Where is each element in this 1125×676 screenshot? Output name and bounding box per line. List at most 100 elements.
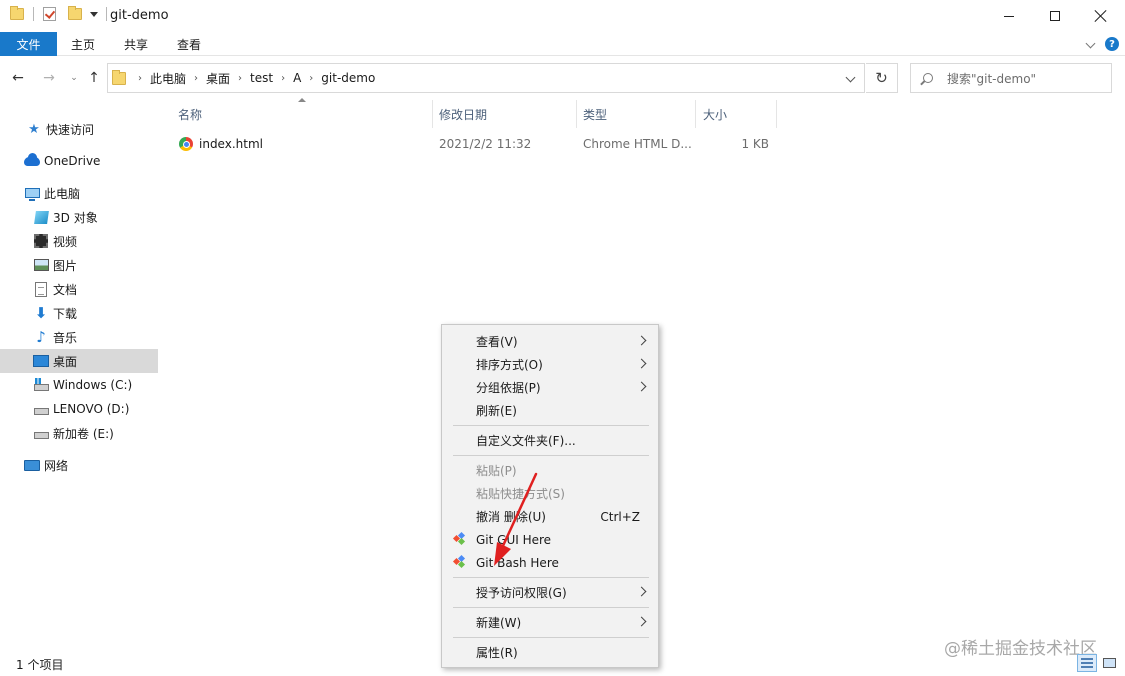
menu-item-sort-by[interactable]: 排序方式(O) [442, 353, 658, 376]
address-row: ← → ⌄ ↑ › 此电脑 › 桌面 › test › A › git-demo… [0, 62, 1125, 94]
menu-divider [453, 577, 649, 578]
document-icon [33, 281, 49, 297]
column-divider[interactable] [695, 100, 696, 128]
menu-item-label: 属性(R) [476, 646, 518, 660]
nav-item-network[interactable]: 网络 [0, 453, 158, 477]
tab-view[interactable]: 查看 [177, 32, 201, 56]
menu-item-label: 授予访问权限(G) [476, 586, 567, 600]
address-bar[interactable]: › 此电脑 › 桌面 › test › A › git-demo [107, 63, 865, 93]
breadcrumb-chevron[interactable]: › [238, 73, 242, 84]
menu-item-label: 自定义文件夹(F)... [476, 434, 576, 448]
column-header-date[interactable]: 修改日期 [439, 100, 575, 128]
menu-item-git-gui[interactable]: Git GUI Here [442, 528, 658, 551]
nav-item-documents[interactable]: 文档 [0, 277, 158, 301]
forward-button[interactable]: → [40, 69, 58, 87]
nav-item-label: 图片 [53, 258, 78, 273]
details-view-icon [1081, 658, 1093, 668]
nav-item-drive-d[interactable]: LENOVO (D:) [0, 397, 158, 421]
breadcrumb-chevron[interactable]: › [309, 73, 313, 84]
nav-item-label: Windows (C:) [53, 378, 133, 392]
nav-item-drive-c[interactable]: Windows (C:) [0, 373, 158, 397]
context-menu: 查看(V) 排序方式(O) 分组依据(P) 刷新(E) 自定义文件夹(F)...… [441, 324, 659, 668]
folder-icon[interactable] [10, 6, 24, 20]
column-divider[interactable] [432, 100, 433, 128]
nav-item-3d-objects[interactable]: 3D 对象 [0, 205, 158, 229]
nav-item-videos[interactable]: 视频 [0, 229, 158, 253]
menu-item-new[interactable]: 新建(W) [442, 611, 658, 634]
breadcrumb-chevron[interactable]: › [281, 73, 285, 84]
maximize-icon [1050, 11, 1060, 21]
breadcrumb-item-desktop[interactable]: 桌面 [206, 70, 230, 87]
refresh-button[interactable]: ↻ [866, 63, 898, 93]
large-icons-view-button[interactable] [1099, 654, 1119, 672]
drive-icon [33, 377, 49, 393]
breadcrumb-item-a[interactable]: A [293, 71, 301, 85]
nav-item-label: OneDrive [44, 154, 101, 168]
column-header-size[interactable]: 大小 [703, 100, 775, 128]
menu-item-give-access[interactable]: 授予访问权限(G) [442, 581, 658, 604]
nav-item-downloads[interactable]: ⬇ 下载 [0, 301, 158, 325]
nav-item-onedrive[interactable]: OneDrive [0, 149, 158, 173]
properties-icon[interactable] [43, 7, 56, 21]
menu-item-undo-delete[interactable]: 撤消 删除(U) Ctrl+Z [442, 505, 658, 528]
file-name-cell[interactable]: index.html [179, 133, 263, 155]
nav-item-this-pc[interactable]: 此电脑 [0, 181, 158, 205]
drive-icon [33, 425, 49, 441]
file-type: Chrome HTML D... [583, 137, 692, 151]
nav-item-quick-access[interactable]: ★ 快速访问 [0, 117, 158, 141]
nav-item-pictures[interactable]: 图片 [0, 253, 158, 277]
maximize-button[interactable] [1032, 0, 1078, 32]
git-icon [452, 531, 466, 546]
status-item-count: 1 个项目 [16, 658, 64, 672]
tab-file[interactable]: 文件 [0, 32, 57, 56]
menu-item-customize-folder[interactable]: 自定义文件夹(F)... [442, 429, 658, 452]
download-icon: ⬇ [34, 304, 48, 322]
expand-ribbon-icon[interactable] [1085, 38, 1096, 49]
nav-item-drive-e[interactable]: 新加卷 (E:) [0, 421, 158, 445]
menu-item-refresh[interactable]: 刷新(E) [442, 399, 658, 422]
tab-home[interactable]: 主页 [71, 32, 95, 56]
breadcrumb-item-git-demo[interactable]: git-demo [321, 71, 375, 85]
breadcrumb-item-this-pc[interactable]: 此电脑 [150, 70, 186, 87]
network-icon [24, 457, 40, 473]
menu-divider [453, 607, 649, 608]
up-button[interactable]: ↑ [85, 69, 103, 87]
close-button[interactable] [1078, 0, 1124, 32]
search-input[interactable]: 搜索"git-demo" [910, 63, 1112, 93]
breadcrumb-chevron[interactable]: › [138, 73, 142, 84]
chevron-right-icon [636, 381, 647, 392]
column-divider[interactable] [576, 100, 577, 128]
menu-item-view[interactable]: 查看(V) [442, 330, 658, 353]
nav-item-music[interactable]: ♪ 音乐 [0, 325, 158, 349]
ribbon: 文件 主页 共享 查看 ? [0, 32, 1125, 56]
tab-share[interactable]: 共享 [124, 32, 148, 56]
new-folder-icon[interactable] [68, 6, 82, 20]
nav-item-desktop[interactable]: 桌面 [0, 349, 158, 373]
nav-item-label: 下载 [53, 306, 78, 321]
menu-item-properties[interactable]: 属性(R) [442, 641, 658, 664]
column-header-type[interactable]: 类型 [583, 100, 693, 128]
menu-divider [453, 455, 649, 456]
chevron-right-icon [636, 616, 647, 627]
customize-toolbar-icon[interactable] [90, 11, 98, 17]
nav-item-label: LENOVO (D:) [53, 402, 130, 416]
address-history-dropdown-icon[interactable] [845, 72, 856, 83]
navigation-pane: ★ 快速访问 OneDrive 此电脑 3D 对象 视频 图片 文档 ⬇ 下载 … [0, 110, 158, 650]
breadcrumb: › 此电脑 › 桌面 › test › A › git-demo [108, 64, 375, 92]
minimize-button[interactable] [986, 0, 1032, 32]
nav-item-label: 新加卷 (E:) [53, 426, 114, 441]
menu-item-group-by[interactable]: 分组依据(P) [442, 376, 658, 399]
menu-item-git-bash[interactable]: Git Bash Here [442, 551, 658, 574]
details-view-button[interactable] [1077, 654, 1097, 672]
breadcrumb-chevron[interactable]: › [194, 73, 198, 84]
help-icon[interactable]: ? [1105, 37, 1119, 51]
file-name: index.html [199, 137, 263, 151]
search-placeholder: 搜索"git-demo" [947, 71, 1037, 86]
nav-item-label: 桌面 [53, 354, 78, 369]
column-header-name[interactable]: 名称 [178, 100, 430, 128]
column-divider[interactable] [776, 100, 777, 128]
menu-item-label: 刷新(E) [476, 404, 517, 418]
recent-locations-button[interactable]: ⌄ [65, 69, 83, 87]
back-button[interactable]: ← [9, 69, 27, 87]
breadcrumb-item-test[interactable]: test [250, 71, 273, 85]
